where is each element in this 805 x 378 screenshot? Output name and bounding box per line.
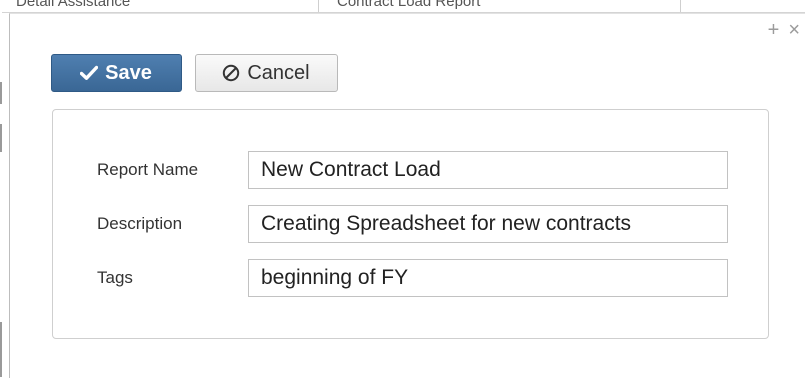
background-divider: [318, 0, 319, 12]
tags-row: Tags: [53, 259, 768, 299]
save-button[interactable]: Save: [51, 54, 182, 92]
report-details-panel: Report Name Description Tags: [52, 109, 769, 339]
tags-input[interactable]: [248, 259, 728, 297]
background-mark: [0, 82, 2, 104]
expand-icon[interactable]: +: [768, 20, 780, 40]
check-icon: [80, 65, 99, 81]
background-page-header: Detail Assistance Contract Load Report: [0, 0, 805, 13]
background-column-text: Contract Load Report: [337, 0, 481, 10]
save-button-label: Save: [105, 61, 152, 84]
report-name-row: Report Name: [53, 151, 768, 191]
background-divider: [680, 0, 681, 12]
close-icon[interactable]: ×: [788, 20, 800, 40]
background-mark: [0, 124, 2, 152]
cancel-button-label: Cancel: [247, 61, 310, 84]
window-controls: + ×: [768, 20, 800, 40]
save-report-dialog: + × Save Cancel Report Name New Contract…: [9, 13, 805, 378]
tags-label: Tags: [97, 268, 133, 287]
dialog-toolbar: Save Cancel: [51, 54, 338, 92]
cancel-button[interactable]: Cancel: [195, 54, 338, 92]
description-row: Description: [53, 205, 768, 245]
background-left-edge: [0, 12, 2, 377]
background-column-text: Detail Assistance: [16, 0, 131, 10]
cancel-circle-icon: [222, 64, 240, 82]
report-name-input[interactable]: [248, 151, 728, 189]
background-mark: [0, 322, 2, 377]
description-label: Description: [97, 214, 183, 233]
description-input[interactable]: [248, 205, 728, 243]
report-name-label: Report Name: [97, 160, 199, 179]
